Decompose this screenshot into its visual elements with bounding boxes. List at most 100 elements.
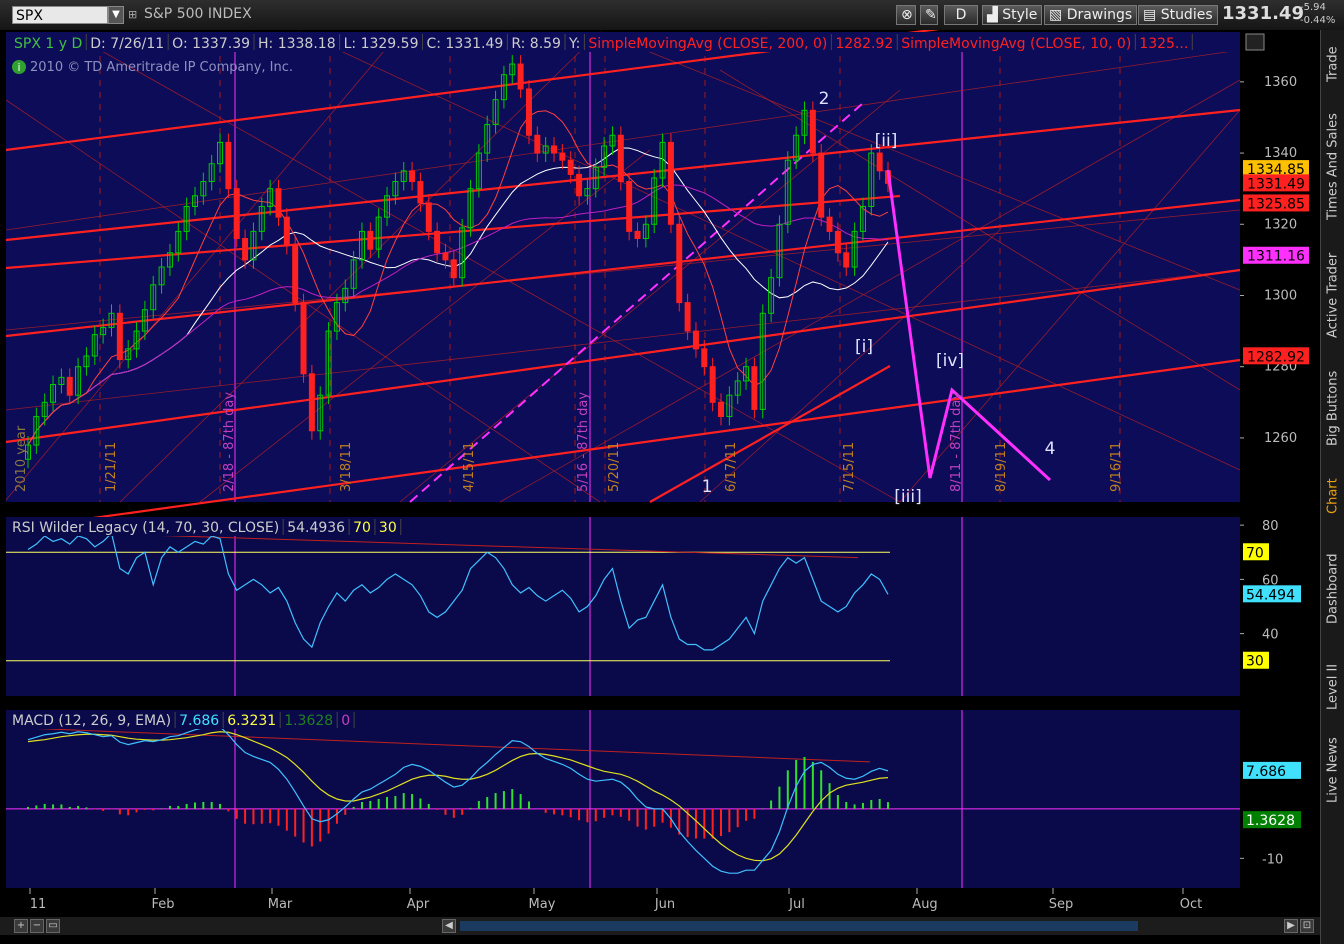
studies-icon: ▤ bbox=[1143, 7, 1161, 23]
period-button[interactable]: D bbox=[944, 5, 978, 25]
time-axis-label: Oct bbox=[1180, 897, 1202, 912]
candle-body bbox=[559, 152, 566, 161]
candle-body bbox=[709, 366, 716, 403]
wave-label: 1 bbox=[702, 477, 713, 497]
candle-body bbox=[551, 145, 558, 154]
sidebar: Trade Times And Sales Active Trader Big But… bbox=[1320, 30, 1344, 944]
percent-change: -0.44% bbox=[1300, 15, 1336, 26]
candle-body bbox=[843, 252, 850, 268]
wave-label: [iv] bbox=[936, 351, 964, 371]
price-label: 1311.16 bbox=[1247, 249, 1305, 265]
wave-label: [iii] bbox=[894, 487, 921, 507]
zoom-in-button[interactable]: + bbox=[14, 919, 28, 933]
rsi-tick-label: 40 bbox=[1262, 628, 1279, 643]
bottom-bar: + − ▭ ◀ ▶ ⊡ bbox=[0, 917, 1320, 935]
chart-area[interactable]: 1260 1 2 80 1300 1320 1340 1360 2010 year 1/21/11… bbox=[0, 30, 1320, 944]
macd-label: 7.686 bbox=[1246, 764, 1286, 780]
sidebar-tab-big-buttons[interactable]: Big Buttons bbox=[1321, 358, 1344, 458]
expand-button[interactable]: ⊡ bbox=[1300, 919, 1314, 933]
drawings-icon: ▧ bbox=[1049, 7, 1067, 23]
candle-body bbox=[876, 152, 883, 172]
candle-body bbox=[225, 141, 232, 190]
price-header-high: H: 1338.18 bbox=[258, 36, 336, 52]
date-label: 8/11 - 87th day bbox=[949, 392, 964, 492]
rsi-label: 30 bbox=[1246, 654, 1264, 670]
crosshair-icon[interactable]: ⊗ bbox=[896, 5, 916, 25]
macd-header-value: 7.686 bbox=[179, 713, 219, 729]
copyright-text: 2010 © TD Ameritrade IP Company, Inc. bbox=[30, 60, 293, 75]
macd-header-zero: 0 bbox=[341, 713, 350, 729]
price-header-sma200: SimpleMovingAvg (CLOSE, 200, 0) bbox=[588, 36, 827, 52]
price-tick-label: 1340 bbox=[1264, 146, 1297, 161]
price-header-low: L: 1329.59 bbox=[344, 36, 419, 52]
candle-body bbox=[517, 63, 524, 90]
macd-header-avg: 6.3231 bbox=[227, 713, 276, 729]
candle-body bbox=[718, 401, 725, 418]
price-header-close: C: 1331.49 bbox=[426, 36, 503, 52]
date-label: 6/17/11 bbox=[724, 442, 739, 492]
wave-label: [i] bbox=[855, 337, 873, 357]
wave-label: [ii] bbox=[875, 131, 898, 151]
time-axis-label: Jun bbox=[654, 897, 675, 912]
candle-body bbox=[292, 245, 299, 304]
sidebar-tab-active-trader[interactable]: Active Trader bbox=[1321, 240, 1344, 350]
date-label: 5/16 - 87th day bbox=[576, 392, 591, 492]
time-axis-label: Aug bbox=[912, 897, 937, 912]
net-change: -5.94 bbox=[1300, 2, 1326, 13]
macd-header-diff: 1.3628 bbox=[284, 713, 333, 729]
scrollbar[interactable] bbox=[460, 921, 1138, 931]
macd-tick-label: -10 bbox=[1262, 852, 1283, 867]
style-button[interactable]: ▟ Style bbox=[982, 5, 1043, 25]
candle-body bbox=[66, 376, 73, 396]
candle-body bbox=[834, 230, 841, 254]
candle-body bbox=[751, 366, 758, 410]
studies-button[interactable]: ▤ Studies bbox=[1138, 5, 1218, 25]
candle-body bbox=[818, 152, 825, 218]
symbol-input[interactable]: SPX bbox=[12, 6, 108, 24]
symbol-link-icon[interactable]: ⊞ bbox=[128, 8, 140, 22]
date-label: 9/16/11 bbox=[1109, 442, 1124, 492]
candle-body bbox=[417, 181, 424, 204]
price-header-sma200_val: 1282.92 bbox=[835, 36, 893, 52]
index-name: S&P 500 INDEX bbox=[144, 6, 252, 22]
price-label: 1325.85 bbox=[1247, 196, 1305, 212]
wave-label: 4 bbox=[1045, 439, 1056, 459]
price-tick-label: 1320 bbox=[1264, 217, 1297, 232]
candle-body bbox=[450, 259, 457, 279]
rsi-label: 70 bbox=[1246, 545, 1264, 561]
candle-body bbox=[283, 216, 290, 247]
price-header-date: D: 7/26/11 bbox=[90, 36, 164, 52]
time-axis-label: Apr bbox=[407, 897, 430, 912]
date-label: 4/15/11 bbox=[462, 442, 477, 492]
scroll-right-button[interactable]: ▶ bbox=[1284, 919, 1298, 933]
drawings-button[interactable]: ▧ Drawings bbox=[1044, 5, 1138, 25]
date-label: 2010 year bbox=[14, 425, 29, 492]
candle-body bbox=[626, 181, 633, 232]
price-header-symbol: SPX 1 y D bbox=[14, 36, 82, 52]
sidebar-tab-live-news[interactable]: Live News bbox=[1321, 730, 1344, 810]
price-header-open: O: 1337.39 bbox=[172, 36, 250, 52]
candle-body bbox=[442, 252, 449, 261]
sidebar-tab-chart[interactable]: Chart bbox=[1321, 466, 1344, 526]
symbol-dropdown-icon[interactable]: ▼ bbox=[108, 6, 124, 24]
candle-body bbox=[684, 302, 691, 332]
sidebar-tab-times-and-sales[interactable]: Times And Sales bbox=[1321, 102, 1344, 232]
price-header-sma10_val: 1325... bbox=[1139, 36, 1188, 52]
date-label: 1/21/11 bbox=[104, 442, 119, 492]
sidebar-tab-trade[interactable]: Trade bbox=[1321, 34, 1344, 94]
date-label: 8/19/11 bbox=[994, 442, 1009, 492]
candle-body bbox=[692, 330, 699, 350]
last-price: 1331.49 bbox=[1222, 3, 1304, 24]
draw-icon[interactable]: ✎ bbox=[920, 5, 938, 25]
sidebar-tab-level-ii[interactable]: Level II bbox=[1321, 652, 1344, 722]
price-header-sma10: SimpleMovingAvg (CLOSE, 10, 0) bbox=[901, 36, 1131, 52]
zoom-out-button[interactable]: − bbox=[30, 919, 44, 933]
rsi-header-ob: 70 bbox=[353, 520, 371, 536]
candle-body bbox=[701, 348, 708, 368]
sidebar-tab-dashboard[interactable]: Dashboard bbox=[1321, 534, 1344, 644]
scroll-left-button[interactable]: ◀ bbox=[442, 919, 456, 933]
date-label: 7/15/11 bbox=[842, 442, 857, 492]
chart-svg[interactable]: 1260 1 2 80 1300 1320 1340 1360 2010 year 1/21/11… bbox=[0, 30, 1320, 944]
zoom-box-button[interactable]: ▭ bbox=[46, 919, 60, 933]
candle-body bbox=[667, 141, 674, 225]
